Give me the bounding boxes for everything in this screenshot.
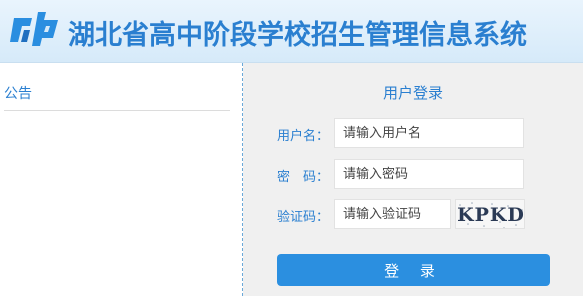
password-label: 密 码： <box>277 170 330 185</box>
username-label: 用户名： <box>277 129 330 144</box>
notice-title: 公告 <box>4 86 32 102</box>
system-title: 湖北省高中阶段学校招生管理信息系统 <box>68 20 527 51</box>
notice-panel: 公告 <box>0 63 243 296</box>
captcha-label: 验证码： <box>277 210 330 225</box>
username-input[interactable] <box>334 118 524 148</box>
login-heading: 用户登录 <box>382 84 443 102</box>
notice-divider <box>4 110 230 111</box>
login-panel: 用户登录 用户名： 密 码： 验证码： KPKD 登 录 <box>243 63 583 296</box>
captcha-text: KPKD <box>457 204 525 226</box>
password-input[interactable] <box>334 159 524 189</box>
page-header: 湖北省高中阶段学校招生管理信息系统 <box>0 0 583 63</box>
captcha-input[interactable] <box>334 199 451 229</box>
cp-logo-icon <box>10 12 58 46</box>
captcha-image[interactable]: KPKD <box>455 199 525 229</box>
login-button[interactable]: 登 录 <box>277 254 550 286</box>
